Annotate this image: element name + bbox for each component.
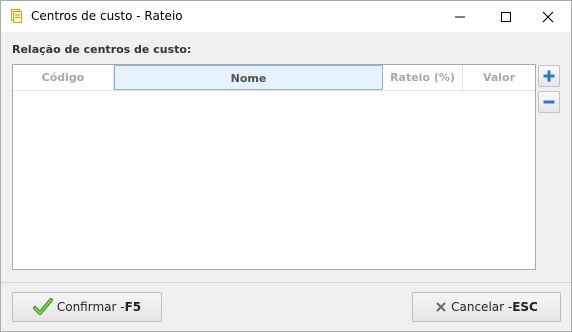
cancel-icon	[436, 302, 446, 312]
close-icon	[542, 11, 554, 22]
footer-divider	[1, 282, 571, 283]
column-header-codigo[interactable]: Código	[13, 65, 114, 90]
confirm-label: Confirmar -	[56, 300, 125, 314]
minus-icon	[543, 100, 555, 104]
cost-centers-label: Relação de centros de custo:	[12, 43, 192, 56]
column-header-rateio[interactable]: Rateio (%)	[383, 65, 463, 90]
cost-centers-grid[interactable]: Código Nome Rateio (%) Valor	[12, 64, 536, 270]
minimize-icon	[455, 16, 465, 17]
add-button[interactable]	[538, 65, 560, 87]
checkmark-icon	[32, 298, 53, 315]
maximize-icon	[501, 11, 511, 22]
close-button[interactable]	[525, 1, 571, 32]
remove-button[interactable]	[538, 91, 560, 113]
title-bar[interactable]: Centros de custo - Rateio	[1, 1, 571, 32]
cancel-label: Cancelar -	[451, 300, 513, 314]
minimize-button[interactable]	[437, 1, 483, 32]
confirm-shortcut: F5	[124, 300, 142, 314]
document-icon	[11, 9, 22, 23]
cancel-button[interactable]: Cancelar - ESC	[412, 292, 561, 322]
window-title: Centros de custo - Rateio	[31, 9, 183, 23]
cancel-shortcut: ESC	[512, 300, 538, 314]
dialog-window: Centros de custo - Rateio Relação de cen…	[0, 0, 572, 332]
column-header-valor[interactable]: Valor	[463, 65, 535, 90]
column-header-nome[interactable]: Nome	[114, 65, 383, 90]
plus-icon	[543, 70, 555, 82]
grid-header: Código Nome Rateio (%) Valor	[13, 65, 535, 91]
confirm-button[interactable]: Confirmar - F5	[12, 292, 162, 322]
maximize-button[interactable]	[483, 1, 529, 32]
